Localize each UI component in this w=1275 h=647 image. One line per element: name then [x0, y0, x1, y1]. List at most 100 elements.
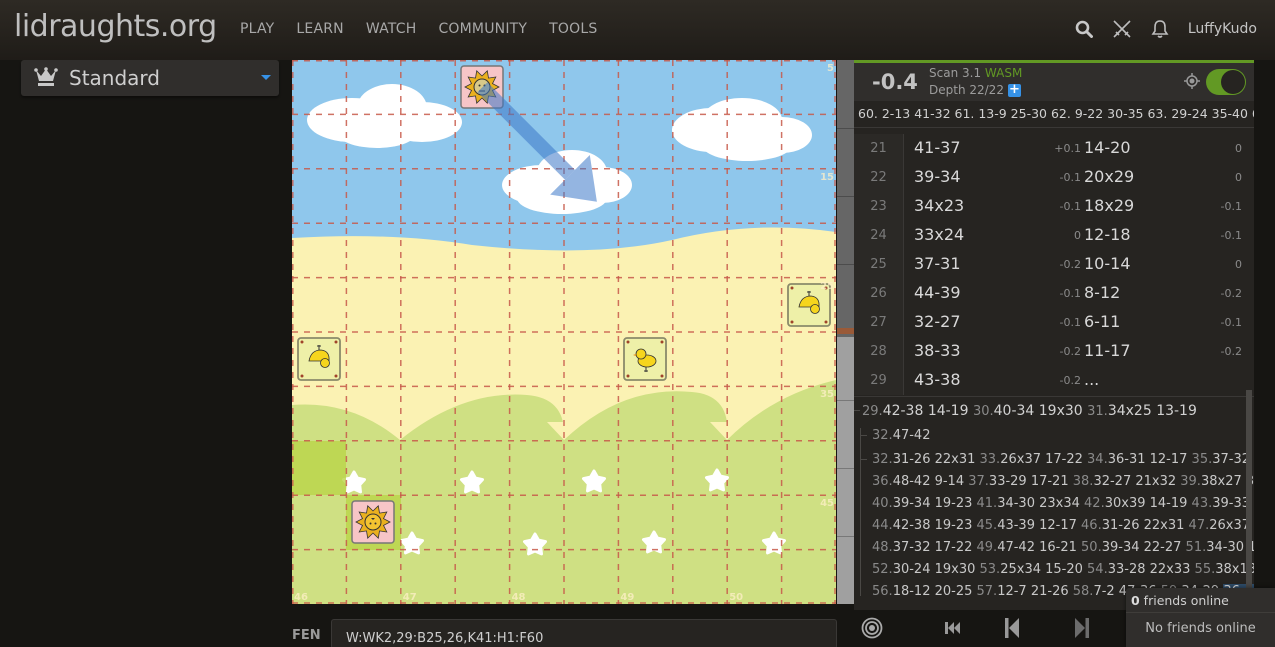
nav-community[interactable]: COMMUNITY — [438, 21, 527, 37]
chevron-down-icon — [261, 75, 271, 80]
black-move[interactable]: 8-12 — [1084, 283, 1120, 302]
move-index: 43. — [1191, 496, 1213, 511]
white-move[interactable]: 37-31 — [914, 254, 961, 273]
black-move[interactable]: 11-17 — [1084, 341, 1131, 360]
black-move[interactable]: 20x29 — [1084, 167, 1134, 186]
variation-moves[interactable]: 31-26 22x31 — [893, 452, 980, 467]
white-king-piece[interactable] — [460, 65, 504, 109]
black-man-piece[interactable] — [297, 337, 341, 381]
white-move[interactable]: 44-39 — [914, 283, 961, 302]
principal-variation[interactable]: 60. 2-13 41-32 61. 13-9 25-30 62. 9-22 3… — [854, 101, 1254, 128]
friends-box[interactable]: 0 friends online No friends online — [1126, 588, 1275, 647]
variation-moves[interactable]: 33-28 22x33 — [1108, 562, 1195, 577]
variation-moves[interactable]: 47-42 — [893, 428, 931, 443]
tree-connector — [860, 435, 867, 436]
variation-moves[interactable]: 42-38 19-23 — [893, 518, 977, 533]
eval-tick — [837, 128, 854, 129]
nav-play[interactable]: PLAY — [240, 21, 274, 37]
black-move[interactable]: 6-11 — [1084, 312, 1120, 331]
variation-moves[interactable]: 42-38 14-19 — [883, 403, 973, 419]
white-move[interactable]: 38-33 — [914, 341, 961, 360]
black-move-eval: -0.2 — [1220, 287, 1242, 300]
variation-moves[interactable]: 30-24 19x30 — [893, 562, 980, 577]
move-row: 25 37-31 -0.2 10-14 0 — [854, 250, 1254, 279]
tree-variation-line: 52.30-24 19x30 53.25x34 15-20 54.33-28 2… — [872, 562, 1254, 577]
variation-moves[interactable]: 40-34 19x30 — [994, 403, 1088, 419]
black-move[interactable]: 10-14 — [1084, 254, 1131, 273]
variation-moves[interactable]: 26x37 17-22 — [1000, 452, 1087, 467]
black-king-piece[interactable] — [351, 500, 396, 544]
variation-moves[interactable]: 34x25 13-19 — [1108, 403, 1197, 419]
fen-input[interactable] — [331, 619, 837, 647]
variation-moves[interactable]: 31-26 22x31 — [1102, 518, 1189, 533]
draughts-board[interactable]: 5 15 25 35 45 46 47 48 49 50 — [292, 60, 836, 604]
analysis-toggle-icon[interactable] — [860, 616, 884, 640]
fen-label: FEN — [292, 628, 321, 643]
variation-moves[interactable]: 43-39 12-17 — [997, 518, 1081, 533]
white-man-piece[interactable] — [623, 337, 668, 381]
move-number: 21 — [854, 134, 904, 163]
variation-moves[interactable]: 12-7 21-26 — [997, 584, 1073, 596]
variation-moves[interactable]: 33-29 17-21 — [989, 474, 1073, 489]
move-row: 24 33x24 0 12-18 -0.1 — [854, 221, 1254, 250]
move-index: 32. — [872, 428, 893, 443]
move-number: 27 — [854, 308, 904, 337]
variation-moves[interactable]: 25x34 15-20 — [1000, 562, 1087, 577]
variation-moves[interactable]: 34-30 23x34 — [997, 496, 1084, 511]
move-index: 52. — [872, 562, 893, 577]
nav-tools[interactable]: TOOLS — [549, 21, 597, 37]
search-icon[interactable] — [1074, 18, 1094, 40]
variation-moves[interactable]: 47-42 16-21 — [997, 540, 1081, 555]
black-move-eval: -0.2 — [1220, 345, 1242, 358]
variation-moves[interactable]: 36-31 12-17 — [1108, 452, 1192, 467]
board-coordinate: 48 — [511, 592, 526, 603]
black-move[interactable]: 12-18 — [1084, 225, 1131, 244]
white-move[interactable]: 41-37 — [914, 138, 961, 157]
move-list-scrollbar[interactable] — [1246, 390, 1252, 600]
bell-icon[interactable] — [1150, 18, 1170, 40]
variation-moves[interactable]: 32-27 21x32 — [1093, 474, 1180, 489]
move-number: 22 — [854, 163, 904, 192]
last-move-highlight — [292, 440, 347, 496]
next-move-icon[interactable] — [1070, 616, 1094, 640]
friends-header[interactable]: 0 friends online — [1126, 588, 1275, 613]
move-index: 47. — [1188, 518, 1210, 533]
variation-moves[interactable]: 48-42 9-14 — [893, 474, 969, 489]
engine-toggle[interactable] — [1206, 69, 1246, 95]
black-move-eval: 0 — [1235, 142, 1242, 155]
variation-moves[interactable]: 39-34 22-27 — [1102, 540, 1186, 555]
black-move[interactable]: 18x29 — [1084, 196, 1134, 215]
move-index: 57. — [976, 584, 998, 596]
black-move[interactable]: 14-20 — [1084, 138, 1131, 157]
swords-icon[interactable] — [1112, 18, 1132, 40]
increase-depth-button[interactable]: + — [1007, 83, 1021, 97]
white-move[interactable]: 39-34 — [914, 167, 961, 186]
nav-learn[interactable]: LEARN — [296, 21, 343, 37]
move-row: 28 38-33 -0.2 11-17 -0.2 — [854, 337, 1254, 366]
variation-moves[interactable]: 30x39 14-19 — [1105, 496, 1192, 511]
variant-select[interactable]: Standard — [21, 60, 279, 96]
engine-eval-header: -0.4 Scan 3.1 WASM Depth 22/22 + — [854, 60, 1254, 101]
site-logo[interactable]: lidraughts.org — [14, 9, 217, 44]
nav-watch[interactable]: WATCH — [366, 21, 417, 37]
variant-label: Standard — [69, 66, 160, 90]
move-number: 26 — [854, 279, 904, 308]
variation-moves[interactable]: 18-12 20-25 — [893, 584, 977, 596]
scrollbar-thumb[interactable] — [1243, 128, 1249, 396]
board-coordinate: 50 — [729, 592, 744, 603]
black-move[interactable]: ... — [1084, 370, 1099, 389]
variation-moves[interactable]: 39-34 19-23 — [893, 496, 977, 511]
variation-moves[interactable]: 37-32 17-22 — [893, 540, 977, 555]
white-move[interactable]: 33x24 — [914, 225, 964, 244]
previous-move-icon[interactable] — [1000, 616, 1024, 640]
move-row: 26 44-39 -0.1 8-12 -0.2 — [854, 279, 1254, 308]
move-index: 37. — [968, 474, 989, 489]
target-icon[interactable] — [1184, 73, 1200, 89]
white-move[interactable]: 34x23 — [914, 196, 964, 215]
user-menu[interactable]: LuffyKudo — [1188, 21, 1257, 37]
first-move-icon[interactable] — [941, 616, 965, 640]
white-move[interactable]: 32-27 — [914, 312, 961, 331]
engine-name: Scan 3.1 WASM — [929, 66, 1022, 80]
white-move[interactable]: 43-38 — [914, 370, 961, 389]
move-row: 22 39-34 -0.1 20x29 0 — [854, 163, 1254, 192]
